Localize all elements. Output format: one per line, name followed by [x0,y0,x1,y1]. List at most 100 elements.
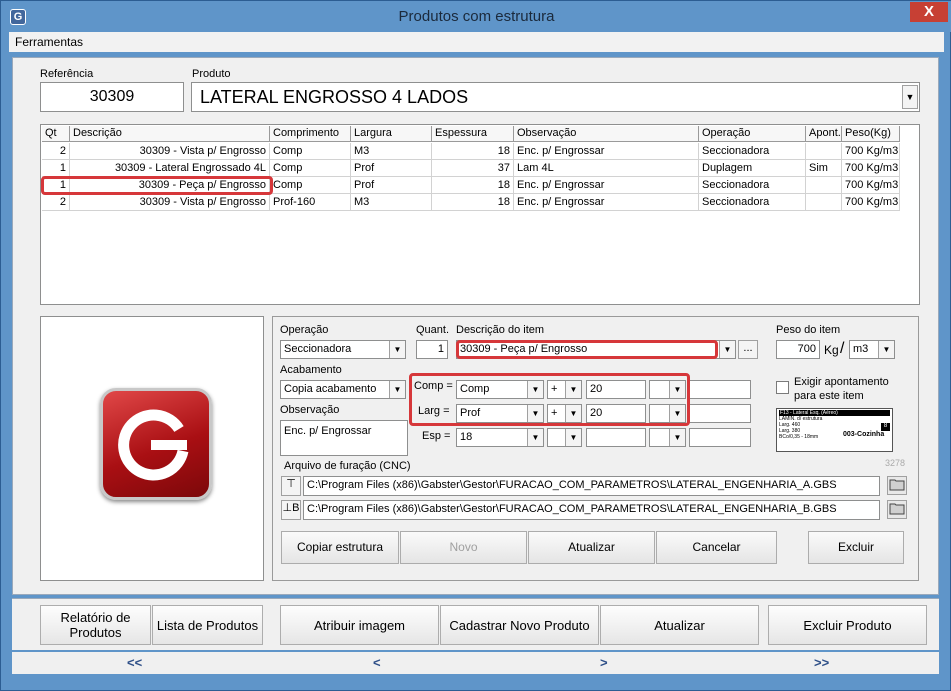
chevron-down-icon[interactable]: ▼ [878,341,894,358]
menu-ferramentas[interactable]: Ferramentas [15,35,83,49]
produto-combo[interactable]: LATERAL ENGROSSO 4 LADOS [191,82,920,112]
file-b-input[interactable]: C:\Program Files (x86)\Gabster\Gestor\FU… [303,500,880,520]
comp-extra-input[interactable] [689,380,751,399]
nav-last[interactable]: >> [814,655,829,670]
col-espessura[interactable]: Espessura [432,126,514,142]
col-peso[interactable]: Peso(Kg) [842,126,900,142]
table-cell[interactable]: 30309 - Lateral Engrossado 4L [70,160,270,177]
table-cell[interactable]: 18 [432,177,514,194]
lista-produtos-button[interactable]: Lista de Produtos [152,605,263,645]
quant-label: Quant. [416,324,450,336]
table-cell[interactable]: Seccionadora [699,177,806,194]
table-cell[interactable] [806,177,842,194]
table-cell[interactable]: 700 Kg/m3 [842,177,900,194]
drill-a-icon[interactable]: ⊤ [281,476,301,496]
exigir-label-2: para este item [794,390,864,402]
table-cell[interactable]: 700 Kg/m3 [842,160,900,177]
gabster-logo [100,388,212,500]
table-cell[interactable]: 700 Kg/m3 [842,143,900,160]
table-cell[interactable]: Comp [270,177,351,194]
table-cell[interactable]: Enc. p/ Engrossar [514,143,699,160]
table-cell[interactable]: 18 [432,143,514,160]
peso-vol-value: m3 [853,343,869,355]
col-comprimento[interactable]: Comprimento [270,126,351,142]
more-button[interactable]: ... [738,340,758,359]
table-cell[interactable]: 700 Kg/m3 [842,194,900,211]
descricao-item-label: Descrição do item [456,324,545,336]
folder-b-icon[interactable] [887,500,907,519]
atribuir-imagem-button[interactable]: Atribuir imagem [280,605,439,645]
excluir-item-button[interactable]: Excluir [808,531,904,564]
novo-button[interactable]: Novo [400,531,527,564]
exigir-checkbox[interactable] [776,381,789,394]
table-cell[interactable]: Comp [270,160,351,177]
excluir-produto-button[interactable]: Excluir Produto [768,605,927,645]
col-descricao[interactable]: Descrição [70,126,270,142]
acabamento-select[interactable]: Copia acabamento ▼ [280,380,406,399]
esp-val-input[interactable] [586,428,646,447]
esp-extra-input[interactable] [689,428,751,447]
nav-first[interactable]: << [127,655,142,670]
file-a-input[interactable]: C:\Program Files (x86)\Gabster\Gestor\FU… [303,476,880,496]
chevron-down-icon[interactable]: ▼ [389,341,405,358]
structure-grid[interactable]: Qt Descrição Comprimento Largura Espessu… [40,124,920,305]
col-qt[interactable]: Qt [42,126,70,142]
table-cell[interactable]: Prof [351,177,432,194]
table-cell[interactable]: Lam 4L [514,160,699,177]
table-cell[interactable]: 2 [42,143,70,160]
peso-vol-select[interactable]: m3 ▼ [849,340,895,359]
folder-a-icon[interactable] [887,476,907,495]
table-cell[interactable]: 1 [42,160,70,177]
table-cell[interactable]: M3 [351,194,432,211]
peso-input[interactable]: 700 [776,340,820,359]
table-cell[interactable]: 37 [432,160,514,177]
chevron-down-icon[interactable]: ▼ [669,429,685,446]
table-cell[interactable] [806,194,842,211]
esp-op-select[interactable]: ▼ [547,428,582,447]
table-cell[interactable]: 30309 - Vista p/ Engrosso [70,194,270,211]
chevron-down-icon[interactable]: ▼ [565,429,581,446]
observacao-input[interactable]: Enc. p/ Engrossar [280,420,408,456]
esp-base-select[interactable]: 18 ▼ [456,428,544,447]
table-cell[interactable]: 2 [42,194,70,211]
col-apont[interactable]: Apont. [806,126,842,142]
close-button[interactable]: X [910,2,948,22]
chevron-down-icon[interactable]: ▼ [527,429,543,446]
table-cell[interactable]: Seccionadora [699,194,806,211]
cancelar-button[interactable]: Cancelar [656,531,777,564]
counter-text: 3278 [885,458,906,468]
col-observacao[interactable]: Observação [514,126,699,142]
table-cell[interactable] [806,143,842,160]
drill-b-icon[interactable]: ⊥B [281,500,301,520]
table-cell[interactable]: 30309 - Vista p/ Engrosso [70,143,270,160]
table-cell[interactable]: Prof-160 [270,194,351,211]
col-largura[interactable]: Largura [351,126,432,142]
table-cell[interactable]: Prof [351,160,432,177]
col-operacao[interactable]: Operação [699,126,806,142]
relatorio-button[interactable]: Relatório de Produtos [40,605,151,645]
table-cell[interactable]: Seccionadora [699,143,806,160]
produto-dropdown-icon[interactable]: ▼ [902,85,918,109]
table-cell[interactable]: M3 [351,143,432,160]
table-cell[interactable]: 18 [432,194,514,211]
quant-input[interactable]: 1 [416,340,448,359]
dimensions-highlight [409,373,690,426]
nav-next[interactable]: > [600,655,608,670]
acabamento-label: Acabamento [280,364,342,376]
table-cell[interactable]: Duplagem [699,160,806,177]
atualizar-item-button[interactable]: Atualizar [528,531,655,564]
table-cell[interactable]: Comp [270,143,351,160]
atualizar-button[interactable]: Atualizar [600,605,759,645]
operacao-select[interactable]: Seccionadora ▼ [280,340,406,359]
table-cell[interactable]: Enc. p/ Engrossar [514,194,699,211]
chevron-down-icon[interactable]: ▼ [389,381,405,398]
table-cell[interactable]: Enc. p/ Engrossar [514,177,699,194]
copiar-estrutura-button[interactable]: Copiar estrutura [281,531,399,564]
cadastrar-produto-button[interactable]: Cadastrar Novo Produto [440,605,599,645]
table-cell[interactable]: Sim [806,160,842,177]
nav-prev[interactable]: < [373,655,381,670]
larg-extra-input[interactable] [689,404,751,423]
referencia-input[interactable]: 30309 [40,82,184,112]
esp-extra-select[interactable]: ▼ [649,428,686,447]
chevron-down-icon[interactable]: ▼ [719,341,735,358]
